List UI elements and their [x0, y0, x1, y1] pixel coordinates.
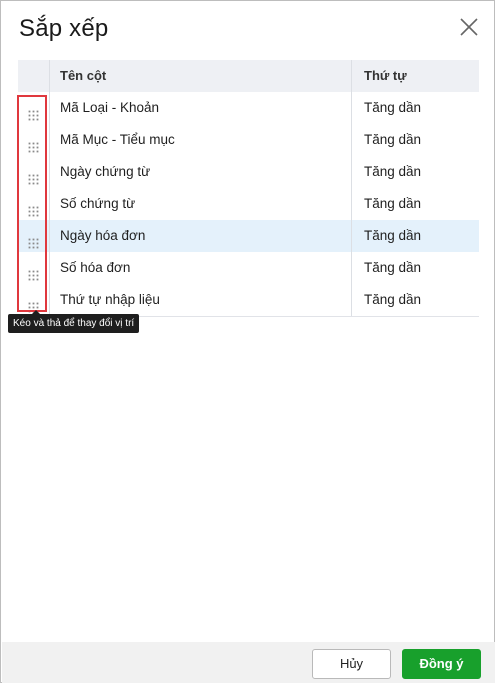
header-sort-order: Thứ tự	[351, 60, 479, 92]
drag-tooltip: Kéo và thả để thay đổi vị trí	[8, 310, 140, 333]
row-sort-order[interactable]: Tăng dần	[351, 220, 479, 252]
drag-cell	[18, 252, 48, 284]
drag-handle-icon[interactable]	[28, 166, 40, 185]
drag-handle-icon[interactable]	[28, 198, 40, 217]
drag-handle-icon[interactable]	[28, 294, 40, 313]
drag-cell	[18, 156, 48, 188]
drag-handle-icon[interactable]	[28, 102, 40, 121]
drag-cell	[18, 92, 48, 124]
header-drag-col	[18, 60, 48, 92]
drag-cell	[18, 124, 48, 156]
table-header: Tên cột Thứ tự	[18, 60, 479, 92]
drag-cell	[18, 188, 48, 220]
close-icon[interactable]	[457, 15, 481, 39]
row-column-name: Ngày chứng từ	[49, 156, 351, 188]
drag-cell	[18, 220, 48, 252]
row-sort-order[interactable]: Tăng dần	[351, 188, 479, 220]
header-column-name: Tên cột	[49, 60, 351, 92]
row-column-name: Mã Loại - Khoản	[49, 92, 351, 124]
row-sort-order[interactable]: Tăng dần	[351, 124, 479, 156]
table-row[interactable]: Ngày hóa đơn Tăng dần	[18, 220, 479, 253]
table-row[interactable]: Số hóa đơn Tăng dần	[18, 252, 479, 285]
row-column-name: Số chứng từ	[49, 188, 351, 220]
row-sort-order[interactable]: Tăng dần	[351, 92, 479, 124]
table-row[interactable]: Số chứng từ Tăng dần	[18, 188, 479, 221]
sort-dialog: Sắp xếp Tên cột Thứ tự Mã Loại - Khoản Tă…	[0, 0, 495, 683]
row-column-name: Ngày hóa đơn	[49, 220, 351, 252]
cancel-button[interactable]: Hủy	[312, 649, 391, 679]
row-sort-order[interactable]: Tăng dần	[351, 284, 479, 316]
row-column-name: Mã Mục - Tiểu mục	[49, 124, 351, 156]
row-column-name: Thứ tự nhập liệu	[49, 284, 351, 316]
row-sort-order[interactable]: Tăng dần	[351, 156, 479, 188]
row-column-name: Số hóa đơn	[49, 252, 351, 284]
drag-handle-icon[interactable]	[28, 262, 40, 281]
dialog-title: Sắp xếp	[19, 15, 109, 42]
table-row[interactable]: Mã Loại - Khoản Tăng dần	[18, 92, 479, 125]
drag-handle-icon[interactable]	[28, 134, 40, 153]
row-sort-order[interactable]: Tăng dần	[351, 252, 479, 284]
table-row[interactable]: Mã Mục - Tiểu mục Tăng dần	[18, 124, 479, 157]
confirm-button[interactable]: Đồng ý	[402, 649, 481, 679]
table-row[interactable]: Ngày chứng từ Tăng dần	[18, 156, 479, 189]
table-row[interactable]: Thứ tự nhập liệu Tăng dần	[18, 284, 479, 317]
drag-handle-icon[interactable]	[28, 230, 40, 249]
